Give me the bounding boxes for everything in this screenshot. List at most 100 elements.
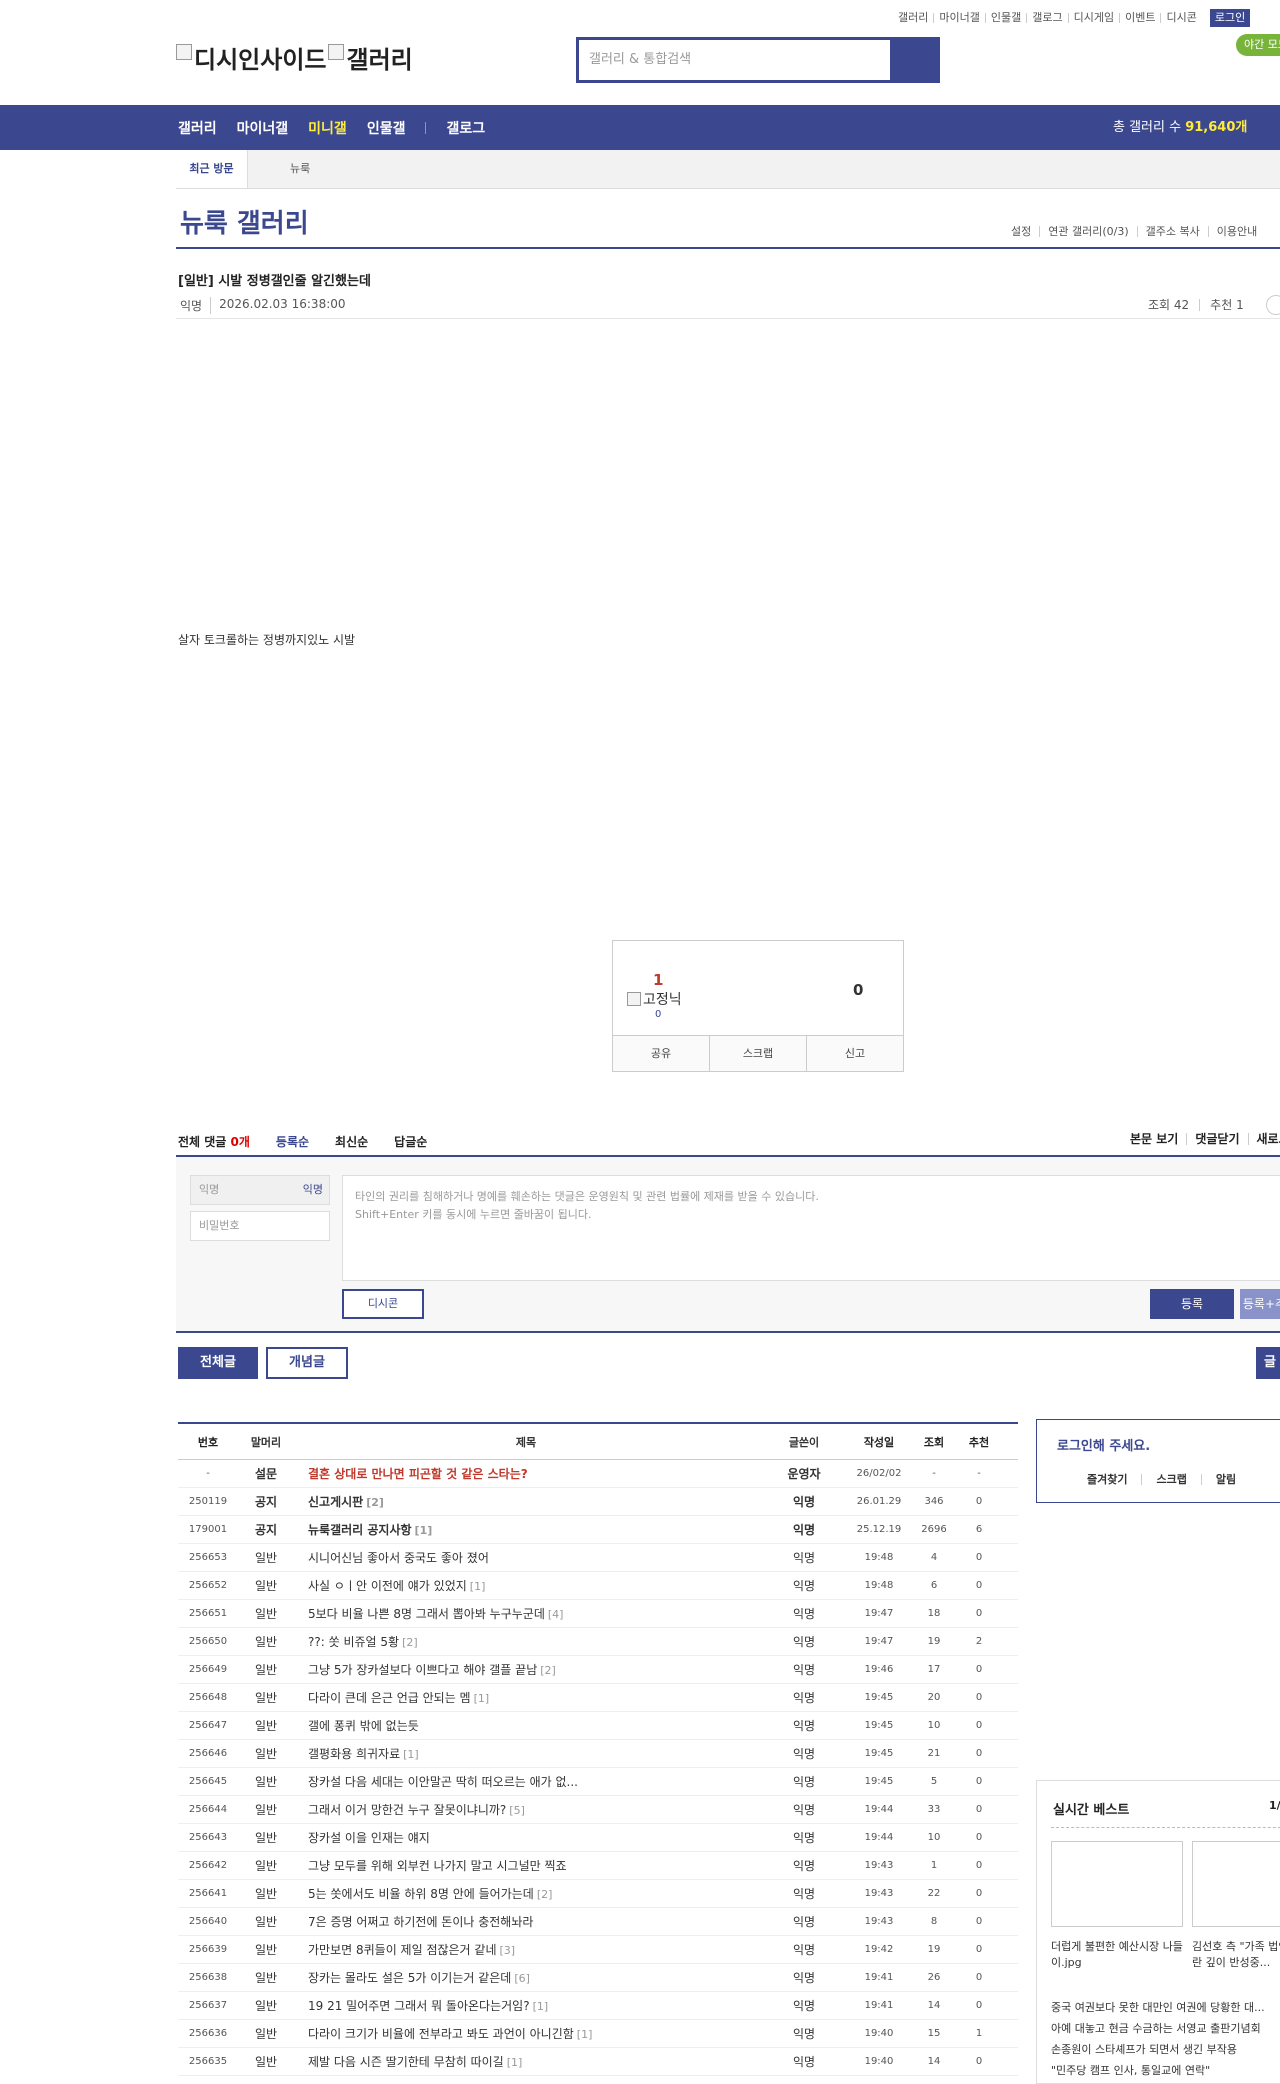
table-row[interactable]: 256635 일반 제발 다음 시즌 딸기한테 무참히 따이길 [1] 익명 19:40 1…: [178, 2048, 1018, 2076]
table-row[interactable]: - 설문 결혼 상대로 만나면 피곤할 것 같은 스타는? 운영자 26/02/02 - -: [178, 1460, 1018, 1488]
top-link-person[interactable]: 인물갤: [984, 12, 1026, 23]
post-list-title[interactable]: 제발 다음 시즌 딸기한테 무참히 따이길 [1]: [294, 2053, 758, 2070]
sort-tab-replies[interactable]: 답글순: [394, 1133, 427, 1150]
best-list-item[interactable]: 손종원이 스타셰프가 되면서 생긴 부작용: [1051, 2039, 1280, 2060]
top-link-minor[interactable]: 마이너갤: [933, 12, 984, 23]
top-link-event[interactable]: 이벤트: [1119, 12, 1160, 23]
table-row[interactable]: 256651 일반 5보다 비율 나쁜 8명 그래서 뽑아봐 누구누군데 [4] 익명 1…: [178, 1600, 1018, 1628]
login-button[interactable]: 로그인: [1209, 9, 1251, 27]
post-list-title[interactable]: 신고게시판 [2]: [294, 1493, 758, 1510]
recent-visit-item[interactable]: 뉴룩: [290, 150, 310, 188]
scrap-link[interactable]: 스크랩: [1141, 1474, 1200, 1485]
post-list-title[interactable]: 그냥 모두를 위해 외부컨 나가지 말고 시그널만 찍죠: [294, 1857, 758, 1874]
gallery-title[interactable]: 뉴룩 갤러리: [180, 203, 309, 240]
post-list-title[interactable]: ??: 쏫 비쥬얼 5황 [2]: [294, 1633, 758, 1650]
table-row[interactable]: 256647 일반 갤에 퐁퀴 밖에 없는듯 익명 19:45 10 0: [178, 1712, 1018, 1740]
password-field[interactable]: 비밀번호: [190, 1211, 330, 1241]
sort-tab-latest[interactable]: 최신순: [335, 1133, 368, 1150]
close-comments-link[interactable]: 댓글닫기: [1186, 1133, 1247, 1145]
view-body-link[interactable]: 본문 보기: [1122, 1133, 1186, 1145]
post-list-title[interactable]: 갤에 퐁퀴 밖에 없는듯: [294, 1717, 758, 1734]
top-link-dccon[interactable]: 디시콘: [1160, 12, 1201, 23]
post-list-title[interactable]: 다라이 크기가 비율에 전부라고 봐도 과언이 아니긴함 [1]: [294, 2025, 758, 2042]
table-row[interactable]: 256636 일반 다라이 크기가 비율에 전부라고 봐도 과언이 아니긴함 [1] 익…: [178, 2020, 1018, 2048]
table-row[interactable]: 256652 일반 사실 ㅇㅣ안 이전에 얘가 있었지 [1] 익명 19:48 6 0: [178, 1572, 1018, 1600]
table-row[interactable]: 256644 일반 그래서 이거 망한건 누구 잘못이냐니까? [5] 익명 19:44 3…: [178, 1796, 1018, 1824]
gallery-link-related[interactable]: 연관 갤러리(0/3): [1039, 226, 1136, 237]
table-row[interactable]: 256640 일반 7은 증명 어쩌고 하기전에 돈이나 충전해놔라 익명 19:43 8…: [178, 1908, 1018, 1936]
best-thumbnail[interactable]: [1051, 1841, 1183, 1927]
table-row[interactable]: 256641 일반 5는 쏫에서도 비율 하위 8명 안에 들어가는데 [2] 익명 19…: [178, 1880, 1018, 1908]
gallery-link-copy[interactable]: 갤주소 복사: [1136, 226, 1208, 237]
gallery-link-guide[interactable]: 이용안내: [1207, 226, 1265, 237]
table-row[interactable]: 256639 일반 가만보면 8퀴들이 제일 점잖은거 같네 [3] 익명 19:42 19…: [178, 1936, 1018, 1964]
comment-count-badge[interactable]: [2]: [537, 1888, 553, 1901]
comment-count-badge[interactable]: [2]: [540, 1664, 556, 1677]
post-list-title[interactable]: 5보다 비율 나쁜 8명 그래서 뽑아봐 누구누군데 [4]: [294, 1605, 758, 1622]
table-row[interactable]: 256645 일반 장카설 다음 세대는 이안말곤 딱히 떠오르는 애가 없... 익…: [178, 1768, 1018, 1796]
alarm-link[interactable]: 알림: [1200, 1474, 1250, 1485]
nav-item-minor[interactable]: 마이너갤: [237, 118, 289, 138]
comment-count-badge[interactable]: [6]: [514, 1972, 530, 1985]
comment-count-badge[interactable]: [2]: [366, 1496, 384, 1509]
nav-item-person[interactable]: 인물갤: [367, 118, 406, 138]
top-link-gallery[interactable]: 갤러리: [893, 12, 933, 23]
share-button[interactable]: 공유: [613, 1036, 709, 1071]
comment-count-badge[interactable]: [3]: [500, 1944, 516, 1957]
table-row[interactable]: 179001 공지 뉴룩갤러리 공지사항 [1] 익명 25.12.19 2696 6: [178, 1516, 1018, 1544]
comment-count-badge[interactable]: [1]: [507, 2056, 523, 2069]
search-input[interactable]: 갤러리 & 통합검색: [579, 40, 893, 80]
post-list-title[interactable]: 5는 쏫에서도 비율 하위 8명 안에 들어가는데 [2]: [294, 1885, 758, 1902]
table-row[interactable]: 256646 일반 갤평화용 희귀자료 [1] 익명 19:45 21 0: [178, 1740, 1018, 1768]
post-list-title[interactable]: 다라이 큰데 은근 언급 안되는 멤 [1]: [294, 1689, 758, 1706]
table-row[interactable]: 256650 일반 ??: 쏫 비쥬얼 5황 [2] 익명 19:47 19 2: [178, 1628, 1018, 1656]
top-link-gallog[interactable]: 갤로그: [1026, 12, 1067, 23]
comment-count-badge[interactable]: [1]: [470, 1580, 486, 1593]
submit-recommend-button[interactable]: 등록+추천: [1240, 1289, 1280, 1319]
best-list-item[interactable]: "민주당 캠프 인사, 통일교에 연락": [1051, 2060, 1280, 2081]
post-list-title[interactable]: 장카는 몰라도 설은 5가 이기는거 같은데 [6]: [294, 1969, 758, 1986]
best-caption[interactable]: 더럽게 불편한 예산시장 나들이.jpg: [1051, 1939, 1183, 1971]
comment-count-badge[interactable]: [1]: [403, 1748, 419, 1761]
site-logo[interactable]: 디시인사이드 갤러리: [176, 40, 413, 75]
post-list-title[interactable]: 그래서 이거 망한건 누구 잘못이냐니까? [5]: [294, 1801, 758, 1818]
comment-count-badge[interactable]: [1]: [474, 1692, 490, 1705]
favorites-link[interactable]: 즐겨찾기: [1037, 1474, 1141, 1485]
recent-visit-label[interactable]: 최근 방문: [176, 150, 248, 188]
post-list-title[interactable]: 장카설 다음 세대는 이안말곤 딱히 떠오르는 애가 없...: [294, 1773, 758, 1790]
login-prompt[interactable]: 로그인해 주세요.: [1057, 1435, 1150, 1454]
submit-comment-button[interactable]: 등록: [1150, 1289, 1234, 1319]
sort-tab-registered[interactable]: 등록순: [276, 1133, 309, 1150]
table-row[interactable]: 256653 일반 시니어신님 좋아서 중국도 좋아 졌어 익명 19:48 4 0: [178, 1544, 1018, 1572]
write-button[interactable]: 글쓰기: [1256, 1347, 1280, 1379]
tab-all-posts[interactable]: 전체글: [178, 1347, 258, 1379]
nav-item-gallery[interactable]: 갤러리: [178, 118, 217, 138]
best-thumbnail[interactable]: [1192, 1841, 1280, 1927]
table-row[interactable]: 256637 일반 19 21 밀어주면 그래서 뭐 돌아온다는거임? [1] 익명 19…: [178, 1992, 1018, 2020]
table-row[interactable]: 256642 일반 그냥 모두를 위해 외부컨 나가지 말고 시그널만 찍죠 익명 19…: [178, 1852, 1018, 1880]
recommend-down-count[interactable]: 0: [853, 981, 863, 999]
tab-concept-posts[interactable]: 개념글: [266, 1347, 348, 1379]
dccon-button[interactable]: 디시콘: [342, 1289, 424, 1319]
post-list-title[interactable]: 19 21 밀어주면 그래서 뭐 돌아온다는거임? [1]: [294, 1997, 758, 2014]
table-row[interactable]: 256638 일반 장카는 몰라도 설은 5가 이기는거 같은데 [6] 익명 19:41…: [178, 1964, 1018, 1992]
post-list-title[interactable]: 갤평화용 희귀자료 [1]: [294, 1745, 758, 1762]
nav-item-gallog[interactable]: 갤로그: [446, 118, 485, 138]
scrap-button[interactable]: 스크랩: [709, 1036, 806, 1071]
more-options-icon[interactable]: [1266, 295, 1280, 315]
report-button[interactable]: 신고: [806, 1036, 903, 1071]
search-button[interactable]: [893, 40, 937, 80]
best-list-item[interactable]: 아예 대놓고 현금 수금하는 서영교 출판기념회: [1051, 2018, 1280, 2039]
table-row[interactable]: 256649 일반 그냥 5가 장카설보다 이쁘다고 해야 갤플 끝남 [2] 익명 19…: [178, 1656, 1018, 1684]
best-list-item[interactable]: 중국 여권보다 못한 대만인 여권에 당황한 대...: [1051, 1997, 1280, 2018]
comment-count-badge[interactable]: [1]: [415, 1524, 433, 1537]
best-caption[interactable]: 김선호 측 "가족 법인... 란 깊이 반성중...: [1192, 1939, 1280, 1971]
post-list-title[interactable]: 그냥 5가 장카설보다 이쁘다고 해야 갤플 끝남 [2]: [294, 1661, 758, 1678]
post-list-title[interactable]: 7은 증명 어쩌고 하기전에 돈이나 충전해놔라: [294, 1913, 758, 1930]
post-list-title[interactable]: 뉴룩갤러리 공지사항 [1]: [294, 1521, 758, 1538]
nav-item-mini[interactable]: 미니갤: [308, 118, 347, 138]
gallery-link-settings[interactable]: 설정: [1003, 226, 1039, 237]
comment-count-badge[interactable]: [1]: [577, 2028, 593, 2041]
comment-textarea[interactable]: 타인의 권리를 침해하거나 명예를 훼손하는 댓글은 운영원칙 및 관련 법률에…: [342, 1175, 1280, 1281]
comment-count-badge[interactable]: [1]: [533, 2000, 549, 2013]
